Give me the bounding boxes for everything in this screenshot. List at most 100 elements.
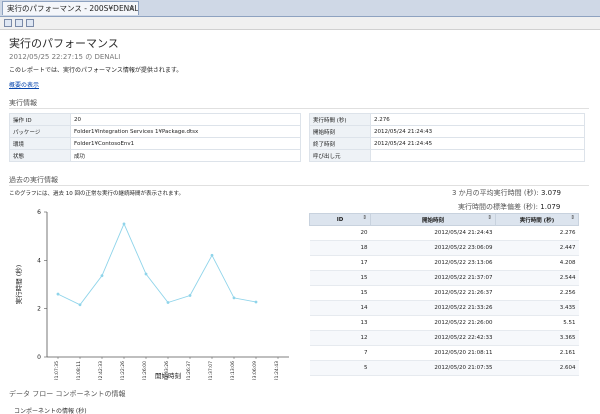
table-cell: 2012/05/22 21:33:26 [370, 300, 496, 316]
table-cell: 15 [309, 270, 371, 286]
data-point [78, 303, 82, 307]
avg-label: 3 か月の平均実行時間 (秒): [452, 189, 539, 197]
table-cell: 2012/05/22 23:13:06 [370, 255, 496, 271]
kv-row: 操作 ID 20 [9, 113, 301, 126]
std-label: 実行時間の標準偏差 (秒): [458, 203, 539, 211]
kv-value: Folder1¥Integration Services 1¥Package.d… [70, 125, 301, 138]
data-point [188, 294, 192, 297]
y-tick-label: 0 [37, 354, 41, 361]
sort-icon[interactable]: ⇕ [487, 215, 492, 221]
x-tick-label: 5/20/2012 21:08:11 [76, 361, 82, 380]
data-point [56, 292, 60, 296]
kv-value [370, 149, 585, 162]
table-cell: 3.365 [495, 330, 579, 346]
refresh-icon[interactable] [15, 19, 23, 27]
kv-value: Folder1¥ContosoEnv1 [70, 137, 301, 150]
table-cell: 5 [309, 360, 371, 376]
table-row: 12 2012/05/22 22:42:33 3.365 [309, 330, 579, 346]
table-row: 13 2012/05/22 21:26:00 5.51 [309, 315, 579, 331]
x-axis-label: 開始時刻 [155, 371, 181, 380]
x-tick-label: 5/22/2012 21:26:37 [186, 361, 192, 380]
kv-row: 開始時刻 2012/05/24 21:24:43 [309, 125, 585, 138]
runs-table-body: 20 2012/05/24 21:24:43 2.276 18 2012/05/22 2… [309, 225, 579, 376]
x-tick-label: 5/22/2012 22:42:33 [98, 361, 104, 380]
save-icon[interactable] [4, 19, 12, 27]
table-cell: 2012/05/22 23:06:09 [370, 240, 496, 256]
x-tick-label: 5/22/2012 21:26:00 [142, 361, 148, 380]
past-info-heading: 過去の実行情報 [9, 176, 589, 186]
kv-key: 呼び出し元 [309, 149, 371, 162]
table-cell: 18 [309, 240, 371, 256]
column-header-duration[interactable]: 実行時間 (秒) ⇕ [495, 213, 579, 226]
table-cell: 2012/05/20 21:07:35 [370, 360, 496, 376]
column-header-id[interactable]: ID ⇕ [309, 213, 371, 226]
print-icon[interactable] [26, 19, 34, 27]
table-cell: 5.51 [495, 315, 579, 331]
avg-duration: 3 か月の平均実行時間 (秒): 3.079 [452, 188, 561, 198]
data-point [210, 253, 214, 257]
table-cell: 2.604 [495, 360, 579, 376]
kv-row: 実行時間 (秒) 2.276 [309, 113, 585, 126]
runs-table: ID ⇕ 開始時刻 ⇕ 実行時間 (秒) ⇕ 20 2012/05/24 21:24:4… [309, 213, 579, 376]
data-point [166, 301, 170, 304]
kv-row: 状態 成功 [9, 149, 301, 162]
table-cell: 20 [309, 225, 371, 241]
column-header-start[interactable]: 開始時刻 ⇕ [370, 213, 496, 226]
table-cell: 15 [309, 285, 371, 301]
table-cell: 14 [309, 300, 371, 316]
report-content: 実行のパフォーマンス 2012/05/25 22:27:15 の DENALI … [0, 30, 600, 414]
sort-icon[interactable]: ⇕ [362, 215, 367, 221]
std-duration: 実行時間の標準偏差 (秒): 1.079 [458, 202, 560, 212]
table-cell: 2.256 [495, 285, 579, 301]
kv-value: 成功 [70, 149, 301, 162]
y-axis-label: 実行時間 (秒) [14, 265, 23, 305]
overview-link[interactable]: 概要の表示 [9, 80, 39, 89]
tab-strip: 実行のパフォーマンス - 200S¥DENALI × [0, 0, 600, 17]
std-value: 1.079 [540, 203, 561, 211]
kv-key: 実行時間 (秒) [309, 113, 371, 126]
close-icon[interactable]: × [128, 2, 135, 15]
kv-row: 呼び出し元 [309, 149, 585, 162]
report-subtitle: 2012/05/25 22:27:15 の DENALI [9, 53, 121, 61]
kv-key: パッケージ [9, 125, 71, 138]
table-row: 18 2012/05/22 23:06:09 2.447 [309, 240, 579, 256]
table-row: 17 2012/05/22 23:13:06 4.208 [309, 255, 579, 271]
runs-header-row: ID ⇕ 開始時刻 ⇕ 実行時間 (秒) ⇕ [309, 213, 579, 226]
table-cell: 2012/05/24 21:24:43 [370, 225, 496, 241]
execution-info-heading: 実行情報 [9, 99, 589, 109]
table-cell: 2012/05/22 22:42:33 [370, 330, 496, 346]
data-point [100, 274, 104, 278]
x-tick-label: 5/22/2012 21:37:07 [208, 361, 214, 380]
table-cell: 2012/05/22 21:26:37 [370, 285, 496, 301]
data-point [232, 296, 236, 300]
kv-key: 状態 [9, 149, 71, 162]
dataflow-heading: データ フロー コンポーネントの情報 [9, 390, 126, 398]
kv-key: 操作 ID [9, 113, 71, 126]
kv-value: 2.276 [370, 113, 585, 126]
x-tick-label: 5/20/2012 21:07:35 [54, 361, 60, 380]
table-row: 15 2012/05/22 21:37:07 2.544 [309, 270, 579, 286]
y-tick-label: 2 [37, 306, 41, 313]
table-row: 7 2012/05/20 21:08:11 2.161 [309, 345, 579, 361]
toolbar [0, 17, 600, 30]
kv-value: 2012/05/24 21:24:43 [370, 125, 585, 138]
duration-chart: 0 2 4 6 5/20/2012 21:07:35 5/20/2012 21:08:11… [14, 209, 289, 380]
table-row: 5 2012/05/20 21:07:35 2.604 [309, 360, 579, 376]
table-row: 15 2012/05/22 21:26:37 2.256 [309, 285, 579, 301]
execution-info-right: 実行時間 (秒) 2.276 開始時刻 2012/05/24 21:24:43 終了… [309, 113, 585, 162]
table-cell: 7 [309, 345, 371, 361]
series-line [57, 222, 257, 306]
table-cell: 3.435 [495, 300, 579, 316]
sort-icon[interactable]: ⇕ [570, 215, 575, 221]
x-tick-label: 5/24/2012 21:24:43 [274, 361, 280, 380]
table-cell: 2012/05/22 21:26:00 [370, 315, 496, 331]
dataflow-item[interactable]: コンポーネントの情報 (秒) [14, 406, 87, 414]
table-cell: 2.447 [495, 240, 579, 256]
data-point [254, 300, 258, 304]
tab-report[interactable]: 実行のパフォーマンス - 200S¥DENALI × [2, 1, 139, 15]
avg-value: 3.079 [540, 189, 562, 197]
tab-title: 実行のパフォーマンス - 200S¥DENALI [7, 4, 139, 13]
data-point [144, 272, 148, 276]
table-cell: 17 [309, 255, 371, 271]
execution-info-left: 操作 ID 20 パッケージ Folder1¥Integration Service… [9, 113, 301, 162]
